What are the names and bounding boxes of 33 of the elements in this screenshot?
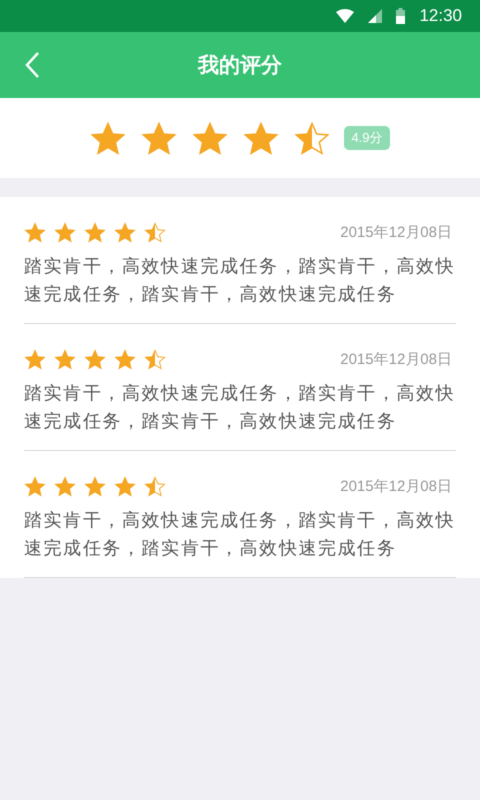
star-icon <box>54 222 76 243</box>
star-icon <box>54 476 76 497</box>
star-icon <box>243 120 280 156</box>
star-icon <box>114 222 136 243</box>
review-date: 2015年12月08日 <box>340 350 452 369</box>
star-icon <box>141 120 178 156</box>
page-title: 我的评分 <box>198 52 282 79</box>
wifi-icon <box>336 9 354 23</box>
star-icon <box>90 120 126 156</box>
star-icon <box>114 476 136 497</box>
star-icon <box>54 349 76 370</box>
score-badge: 4.9分 <box>344 126 390 150</box>
star-icon <box>84 222 106 243</box>
review-date: 2015年12月08日 <box>340 477 452 496</box>
review-text: 踏实肯干，高效快速完成任务，踏实肯干，高效快速完成任务，踏实肯干，高效快速完成任务 <box>24 382 456 434</box>
signal-icon <box>368 9 382 23</box>
review-date: 2015年12月08日 <box>340 223 452 242</box>
star-icon <box>114 349 136 370</box>
back-icon[interactable] <box>24 51 40 79</box>
battery-icon <box>396 8 406 24</box>
review-text: 踏实肯干，高效快速完成任务，踏实肯干，高效快速完成任务，踏实肯干，高效快速完成任务 <box>24 509 456 561</box>
star-icon <box>84 349 106 370</box>
star-icon <box>294 120 330 156</box>
star-icon <box>144 349 166 370</box>
review-text: 踏实肯干，高效快速完成任务，踏实肯干，高效快速完成任务，踏实肯干，高效快速完成任务 <box>24 255 456 307</box>
star-icon <box>192 120 228 156</box>
star-icon <box>24 476 46 497</box>
star-icon <box>144 476 166 497</box>
star-icon <box>24 222 46 243</box>
star-icon <box>84 476 106 497</box>
star-icon <box>24 349 46 370</box>
clock-time: 12:30 <box>419 6 462 26</box>
star-icon <box>144 222 166 243</box>
